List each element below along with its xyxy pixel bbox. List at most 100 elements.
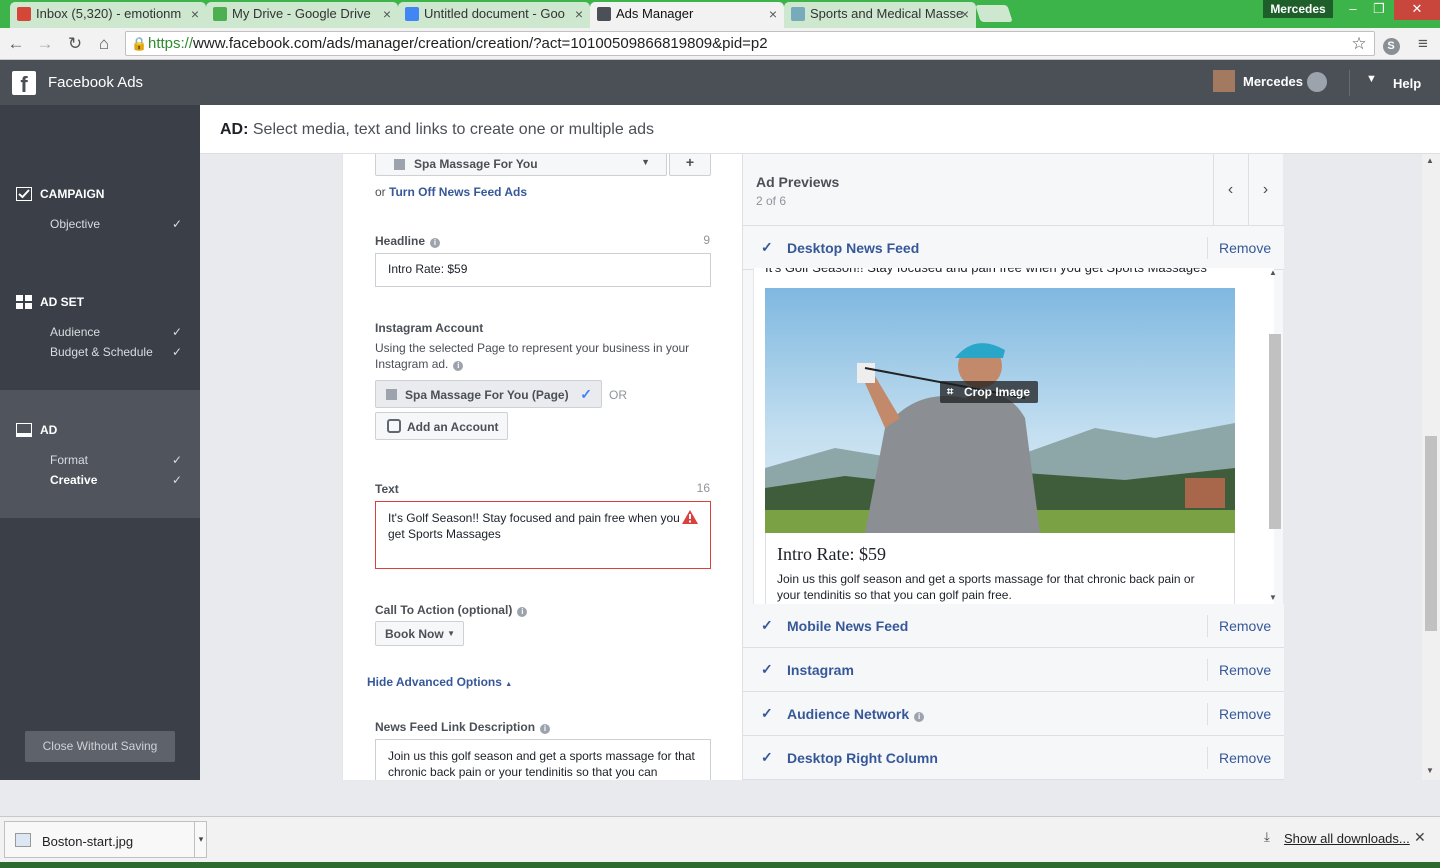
cta-select[interactable]: Book Now ▼ [375,621,464,646]
turn-off-row: or Turn Off News Feed Ads [375,185,528,199]
scroll-up-icon[interactable]: ▲ [1269,268,1277,277]
ad-previews-panel: Ad Previews 2 of 6 ‹ › ✓ Desktop News Fe… [742,154,1284,780]
page-icon [386,389,397,400]
scroll-thumb[interactable] [1269,334,1281,529]
info-icon[interactable]: i [453,361,464,371]
check-icon: ✓ [172,325,183,339]
info-icon[interactable]: i [430,238,441,248]
minimize-icon[interactable]: – [1340,0,1366,20]
crop-image-button[interactable]: ⌗ Crop Image [940,381,1039,403]
browser-tab-ads-manager[interactable]: Ads Manager × [590,2,784,28]
menu-icon[interactable]: ≡ [1412,33,1434,55]
sidebar-item-objective[interactable]: Objective [50,217,100,231]
crop-icon: ⌗ [947,386,954,398]
sidebar-item-audience[interactable]: Audience [50,325,100,339]
instagram-page-button[interactable]: Spa Massage For You (Page) ✓ [375,380,602,408]
chevron-down-icon[interactable]: ▾ [194,822,207,857]
home-icon[interactable]: ⌂ [93,33,115,55]
headline-count: 9 [703,233,710,247]
preview-title: Ad Previews [756,174,840,190]
reload-icon[interactable]: ↻ [64,33,86,55]
header-divider [1349,70,1350,96]
page-scrollbar[interactable]: ▲ ▼ [1422,154,1440,780]
text-label: Text [375,482,399,496]
ad-image[interactable] [765,288,1235,533]
close-tab-icon[interactable]: × [383,2,391,26]
add-page-button[interactable]: + [669,154,711,176]
remove-link[interactable]: Remove [1219,750,1271,766]
close-without-saving-button[interactable]: Close Without Saving [25,731,175,762]
browser-tab-drive[interactable]: My Drive - Google Drive × [206,2,398,28]
close-tab-icon[interactable]: × [961,2,969,26]
site-icon [791,7,805,21]
remove-link[interactable]: Remove [1219,240,1271,256]
placement-row[interactable]: ✓ Desktop Right Column Remove [743,736,1284,780]
remove-link[interactable]: Remove [1219,706,1271,722]
download-item[interactable]: Boston-start.jpg ▾ [4,821,207,858]
browser-tab-bar: Inbox (5,320) - emotionm × My Drive - Go… [0,0,1440,28]
app-title[interactable]: Facebook Ads [48,74,143,91]
close-tab-icon[interactable]: × [575,2,583,26]
placement-row[interactable]: ✓ Desktop News Feed Remove [743,226,1284,270]
chevron-down-icon[interactable]: ▼ [1366,73,1377,85]
hide-advanced-options-link[interactable]: Hide Advanced Options ▲ [367,675,512,689]
close-tab-icon[interactable]: × [769,2,777,26]
close-tab-icon[interactable]: × [191,2,199,26]
text-input[interactable]: It's Golf Season!! Stay focused and pain… [375,501,711,569]
next-icon[interactable]: › [1248,154,1282,226]
close-downloads-icon[interactable]: ✕ [1414,829,1426,846]
ad-icon [16,423,32,437]
sidebar-item-creative[interactable]: Creative [50,473,97,487]
new-tab-button[interactable] [975,5,1013,22]
info-icon[interactable]: i [517,607,528,617]
check-icon: ✓ [761,705,773,721]
placement-row[interactable]: ✓ Audience Network i Remove [743,692,1284,736]
placement-row[interactable]: ✓ Mobile News Feed Remove [743,604,1284,648]
scroll-down-icon[interactable]: ▼ [1269,593,1277,602]
add-account-button[interactable]: Add an Account [375,412,508,440]
scroll-up-icon[interactable]: ▲ [1426,156,1434,165]
browser-tab-sports[interactable]: Sports and Medical Masse × [784,2,976,28]
sidebar-item-format[interactable]: Format [50,453,88,467]
remove-link[interactable]: Remove [1219,662,1271,678]
ad-link-card[interactable]: Intro Rate: $59 Join us this golf season… [765,533,1235,604]
check-icon: ✓ [172,473,183,487]
or-label: OR [609,388,627,402]
facebook-logo-icon[interactable]: f [12,71,36,97]
scroll-thumb[interactable] [1425,436,1437,631]
page-title: AD: Select media, text and links to crea… [220,121,654,138]
chevron-down-icon: ▼ [447,629,455,638]
skype-icon[interactable]: S [1380,33,1402,55]
ad-headline: Intro Rate: $59 [777,544,886,564]
scroll-down-icon[interactable]: ▼ [1426,766,1434,775]
forward-icon[interactable]: → [34,33,56,55]
cta-label: Call To Action (optional) i [375,603,528,617]
globe-icon[interactable] [1307,72,1327,92]
browser-tab-docs[interactable]: Untitled document - Goo × [398,2,590,28]
url-input[interactable]: 🔒 https://www.facebook.com/ads/manager/c… [125,31,1375,56]
ad-body-text: It's Golf Season!! Stay focused and pain… [765,268,1245,278]
info-icon[interactable]: i [540,724,551,734]
warning-icon [682,510,698,524]
instagram-icon [387,419,401,433]
preview-scrollbar[interactable]: ▲ ▼ [1267,268,1283,604]
show-all-downloads-link[interactable]: Show all downloads... [1284,831,1410,846]
turn-off-news-feed-link[interactable]: Turn Off News Feed Ads [389,185,527,199]
sidebar-item-budget-schedule[interactable]: Budget & Schedule [50,345,153,359]
info-icon[interactable]: i [914,712,925,722]
back-icon[interactable]: ← [5,33,27,55]
page-select[interactable]: Spa Massage For You ▼ [375,154,667,176]
window-close-icon[interactable]: ✕ [1394,0,1440,20]
placement-row[interactable]: ✓ Instagram Remove [743,648,1284,692]
link-description-input[interactable]: Join us this golf season and get a sport… [375,739,711,780]
drive-icon [213,7,227,21]
headline-input[interactable]: Intro Rate: $59 [375,253,711,287]
restore-icon[interactable]: ❐ [1366,0,1392,20]
browser-user-chip[interactable]: Mercedes [1263,0,1333,18]
adset-icon [16,295,32,309]
browser-tab-gmail[interactable]: Inbox (5,320) - emotionm × [10,2,206,28]
remove-link[interactable]: Remove [1219,618,1271,634]
previous-icon[interactable]: ‹ [1213,154,1247,226]
help-link[interactable]: Help [1393,76,1421,91]
bookmark-star-icon[interactable]: ☆ [1348,33,1370,55]
